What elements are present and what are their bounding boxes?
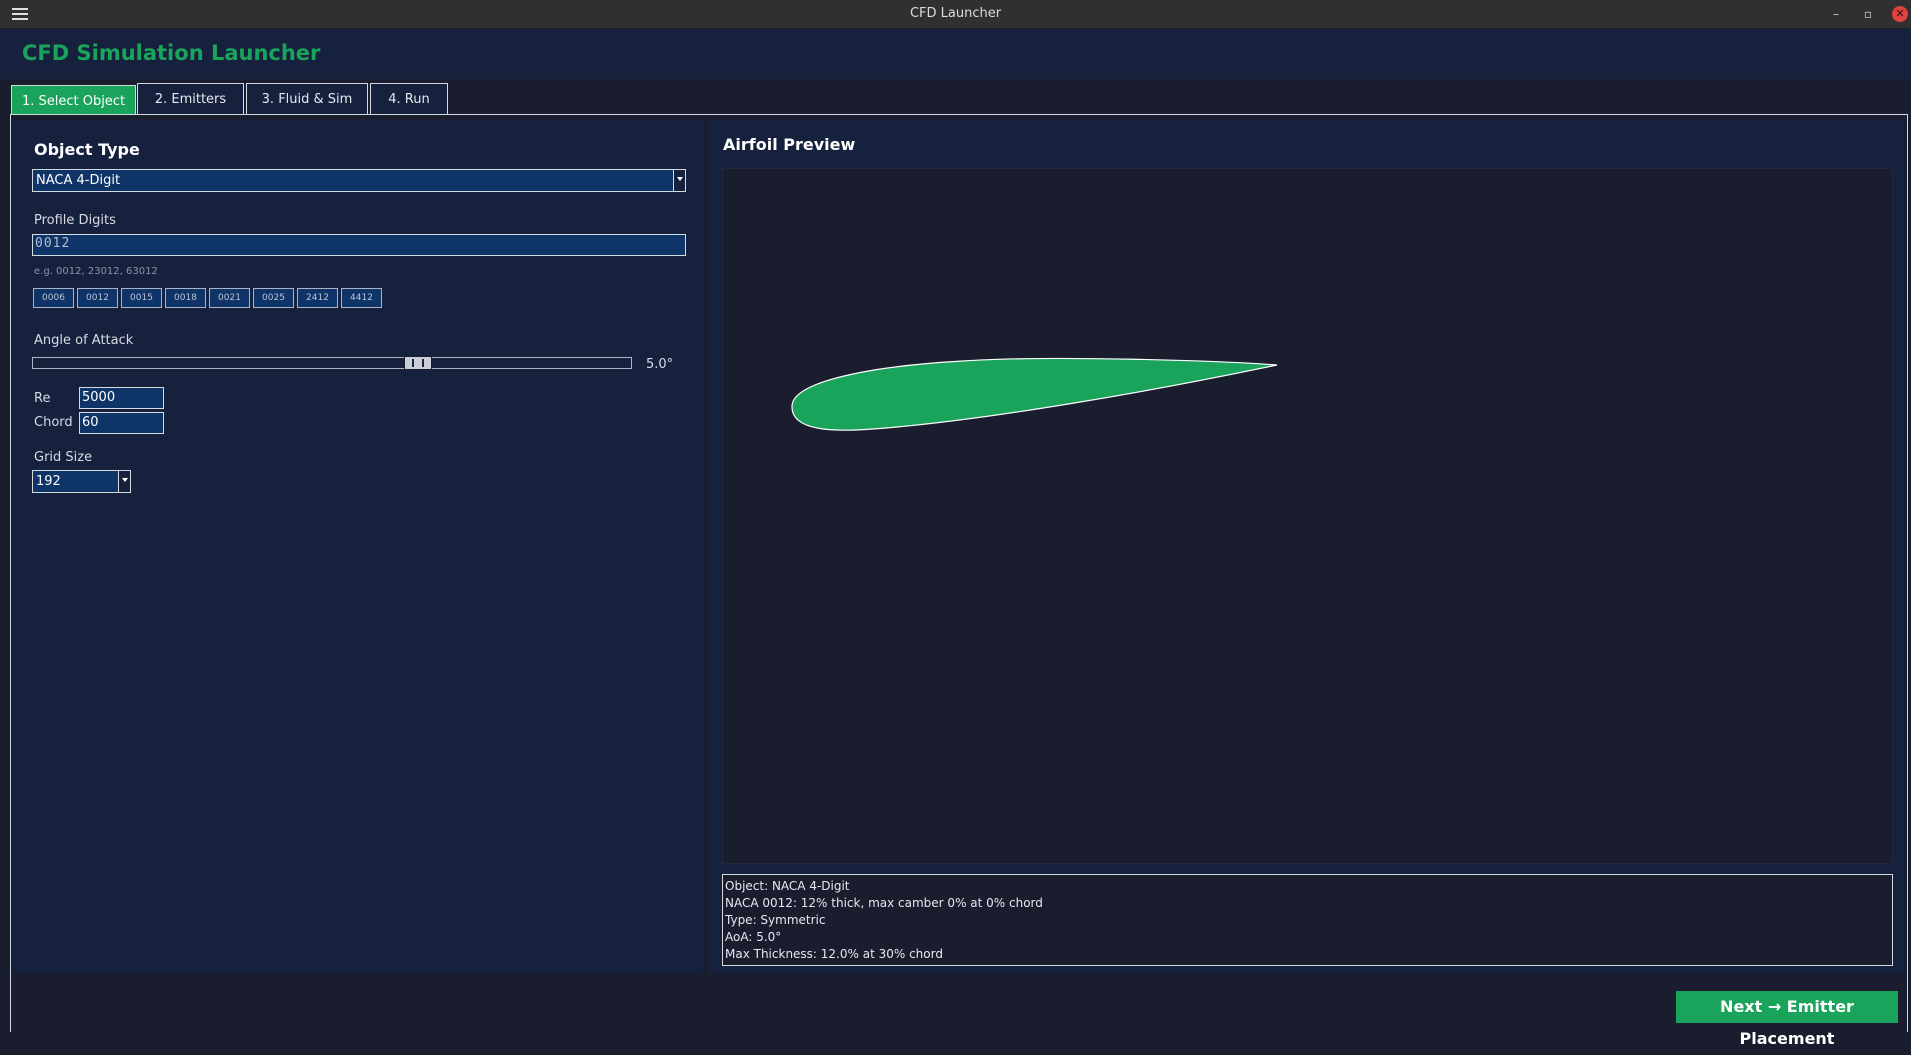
profile-digits-hint: e.g. 0012, 23012, 63012 <box>34 266 158 277</box>
object-type-value: NACA 4-Digit <box>36 173 121 188</box>
object-type-heading: Object Type <box>34 140 140 159</box>
airfoil-shape <box>791 357 1278 431</box>
angle-of-attack-slider[interactable] <box>32 357 632 369</box>
preset-button-0012[interactable]: 0012 <box>77 288 118 308</box>
minimize-icon[interactable]: – <box>1826 4 1846 24</box>
slider-handle[interactable] <box>403 356 432 370</box>
preset-button-0006[interactable]: 0006 <box>33 288 74 308</box>
window-title: CFD Launcher <box>909 6 1002 21</box>
restore-icon[interactable]: ▫ <box>1858 4 1878 24</box>
preset-button-4412[interactable]: 4412 <box>341 288 382 308</box>
airfoil-svg <box>791 357 1278 431</box>
re-label: Re <box>34 391 51 406</box>
preset-button-0025[interactable]: 0025 <box>253 288 294 308</box>
airfoil-info-box: Object: NACA 4-Digit NACA 0012: 12% thic… <box>722 874 1893 966</box>
chord-label: Chord <box>34 415 73 430</box>
info-line: AoA: 5.0° <box>725 930 782 944</box>
window-titlebar: CFD Launcher – ▫ ✕ <box>0 0 1911 29</box>
info-line: NACA 0012: 12% thick, max camber 0% at 0… <box>725 896 1043 910</box>
grid-size-value: 192 <box>36 474 61 489</box>
preset-button-0021[interactable]: 0021 <box>209 288 250 308</box>
info-line: Max Thickness: 12.0% at 30% chord <box>725 947 943 961</box>
grid-size-label: Grid Size <box>34 450 93 465</box>
grid-size-dropdown[interactable]: 192 <box>32 470 131 493</box>
profile-digits-input[interactable]: 0012 <box>32 234 686 256</box>
chevron-down-icon[interactable] <box>673 170 685 191</box>
next-emitter-placement-button[interactable]: Next → Emitter Placement <box>1676 991 1898 1048</box>
tab-emitters[interactable]: 2. Emitters <box>137 83 244 114</box>
tab-select-object[interactable]: 1. Select Object <box>11 85 136 114</box>
tab-fluid-sim[interactable]: 3. Fluid & Sim <box>246 83 368 114</box>
info-line: Type: Symmetric <box>725 913 826 927</box>
tab-bar: 1. Select Object 2. Emitters 3. Fluid & … <box>0 79 1911 115</box>
object-type-dropdown[interactable]: NACA 4-Digit <box>32 169 686 192</box>
preset-button-0018[interactable]: 0018 <box>165 288 206 308</box>
preview-title: Airfoil Preview <box>723 135 856 154</box>
chevron-down-icon[interactable] <box>118 471 130 492</box>
close-icon[interactable]: ✕ <box>1892 6 1908 22</box>
angle-of-attack-value: 5.0° <box>646 357 674 372</box>
angle-of-attack-label: Angle of Attack <box>34 333 134 348</box>
preset-button-2412[interactable]: 2412 <box>297 288 338 308</box>
preset-button-0015[interactable]: 0015 <box>121 288 162 308</box>
app-header: CFD Simulation Launcher <box>0 29 1911 79</box>
info-line: Object: NACA 4-Digit <box>725 879 850 893</box>
chord-input[interactable]: 60 <box>79 412 164 434</box>
airfoil-preview-canvas <box>722 168 1893 864</box>
profile-digits-label: Profile Digits <box>34 213 116 228</box>
re-input[interactable]: 5000 <box>79 387 164 409</box>
tab-run[interactable]: 4. Run <box>370 83 448 114</box>
app-title: CFD Simulation Launcher <box>22 41 321 65</box>
